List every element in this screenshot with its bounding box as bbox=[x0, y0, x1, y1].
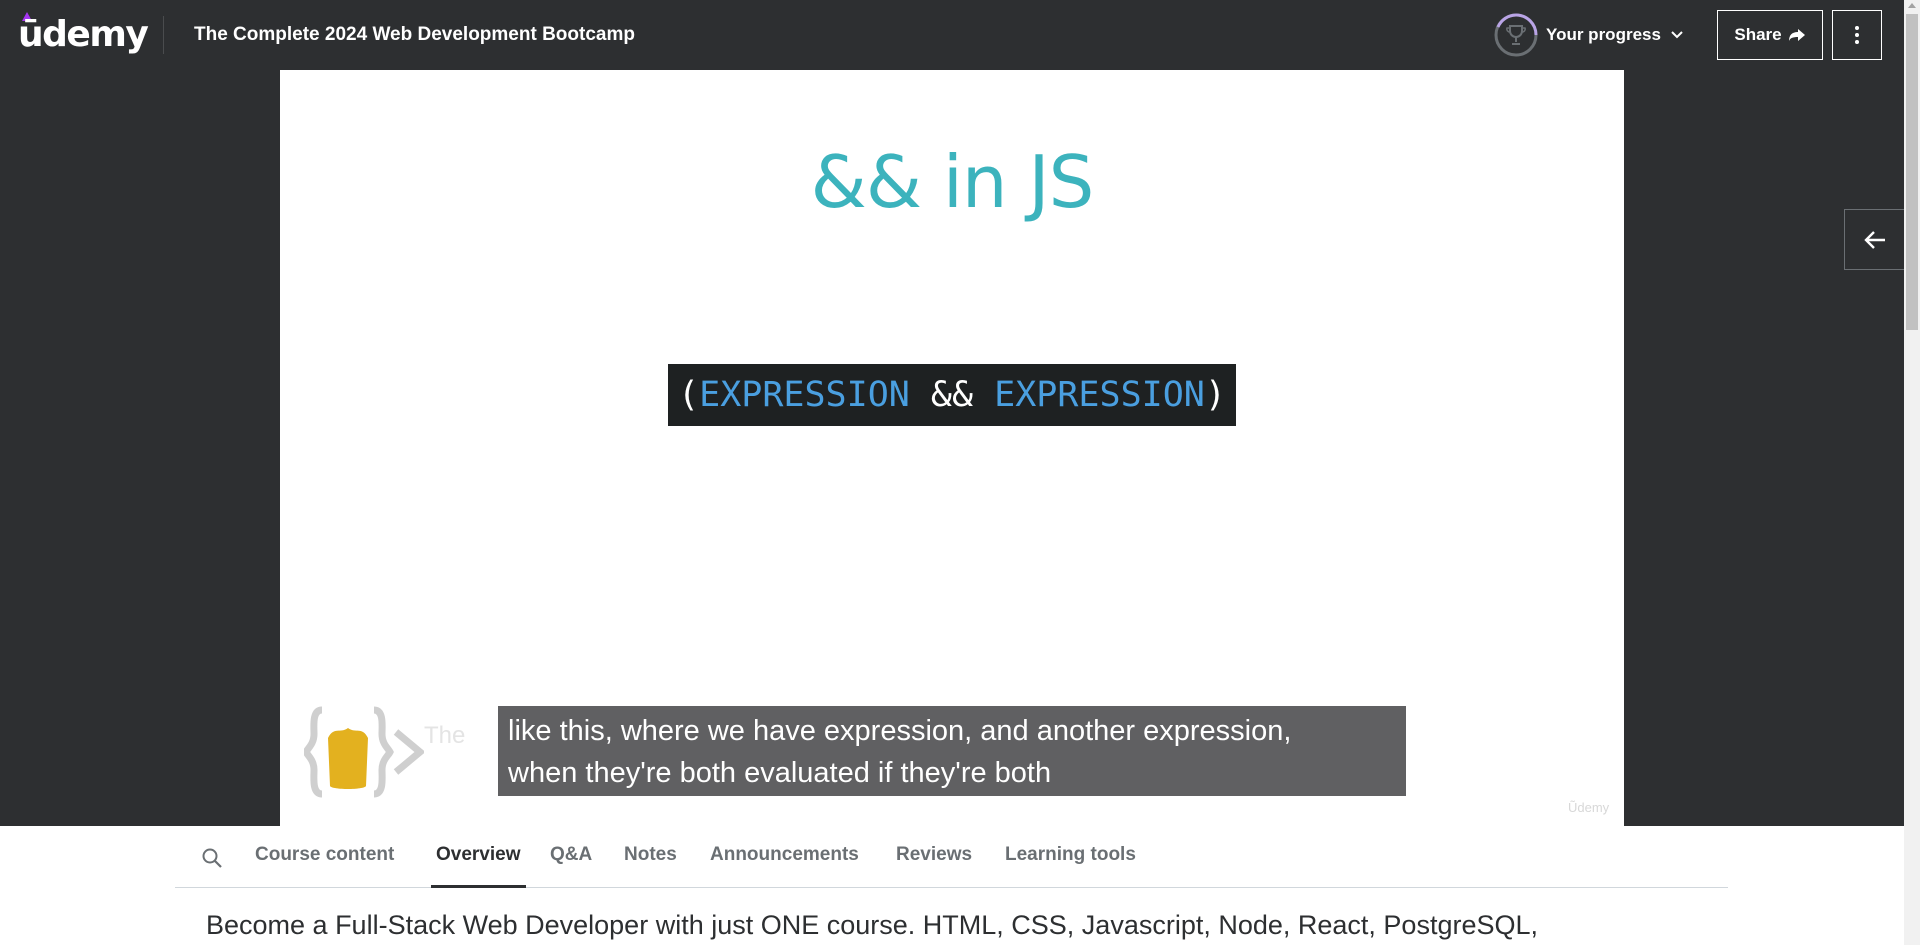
code-right-expression: EXPRESSION bbox=[994, 375, 1205, 415]
tab-course-content[interactable]: Course content bbox=[255, 844, 394, 888]
udemy-logo[interactable]: ūdemy bbox=[18, 12, 149, 56]
tab-overview[interactable]: Overview bbox=[431, 844, 526, 888]
more-options-button[interactable] bbox=[1832, 10, 1882, 60]
slide-title: && in JS bbox=[810, 140, 1095, 224]
course-tabs: Course content Overview Q&A Notes Announ… bbox=[175, 826, 1728, 888]
logo-text: ūdemy bbox=[18, 14, 149, 55]
your-progress-label: Your progress bbox=[1546, 25, 1661, 44]
course-overview-description: Become a Full-Stack Web Developer with j… bbox=[206, 910, 1539, 940]
udemy-watermark: Ũdemy bbox=[1568, 800, 1610, 815]
app-brewery-logo-icon bbox=[304, 706, 424, 798]
code-operator: && bbox=[909, 375, 995, 415]
code-open-paren: ( bbox=[678, 375, 700, 415]
code-snippet: ( EXPRESSION && EXPRESSION ) bbox=[668, 364, 1236, 426]
arrow-left-icon bbox=[1863, 230, 1885, 249]
expand-sidebar-button[interactable] bbox=[1844, 209, 1904, 270]
chevron-down-icon bbox=[1671, 31, 1683, 39]
share-button[interactable]: Share bbox=[1717, 10, 1823, 60]
tab-notes[interactable]: Notes bbox=[624, 844, 677, 888]
trophy-icon bbox=[1494, 13, 1538, 57]
caption-line-2: when they're both evaluated if they're b… bbox=[508, 757, 1052, 789]
tab-announcements[interactable]: Announcements bbox=[710, 844, 859, 888]
vertical-dots-icon bbox=[1855, 26, 1859, 44]
course-title[interactable]: The Complete 2024 Web Development Bootca… bbox=[194, 24, 635, 46]
scrollbar-thumb[interactable] bbox=[1906, 14, 1918, 330]
video-player[interactable]: && in JS ( EXPRESSION && EXPRESSION ) Th… bbox=[0, 70, 1904, 826]
tab-reviews[interactable]: Reviews bbox=[896, 844, 972, 888]
lecture-slide: && in JS ( EXPRESSION && EXPRESSION ) Th… bbox=[280, 70, 1624, 826]
search-icon[interactable] bbox=[201, 847, 223, 869]
video-captions: like this, where we have expression, and… bbox=[498, 706, 1406, 796]
tab-learning-tools[interactable]: Learning tools bbox=[1005, 844, 1136, 888]
caption-line-1: like this, where we have expression, and… bbox=[508, 715, 1292, 747]
scroll-up-arrow-icon[interactable] bbox=[1908, 3, 1916, 8]
slide-faint-text: The bbox=[424, 722, 466, 749]
tab-qa[interactable]: Q&A bbox=[550, 844, 592, 888]
top-header: ūdemy The Complete 2024 Web Development … bbox=[0, 0, 1904, 70]
your-progress-button[interactable]: Your progress bbox=[1494, 12, 1683, 58]
code-left-expression: EXPRESSION bbox=[699, 375, 910, 415]
share-label: Share bbox=[1734, 25, 1782, 44]
code-close-paren: ) bbox=[1204, 375, 1226, 415]
header-divider bbox=[163, 16, 164, 54]
share-arrow-icon bbox=[1788, 29, 1805, 41]
